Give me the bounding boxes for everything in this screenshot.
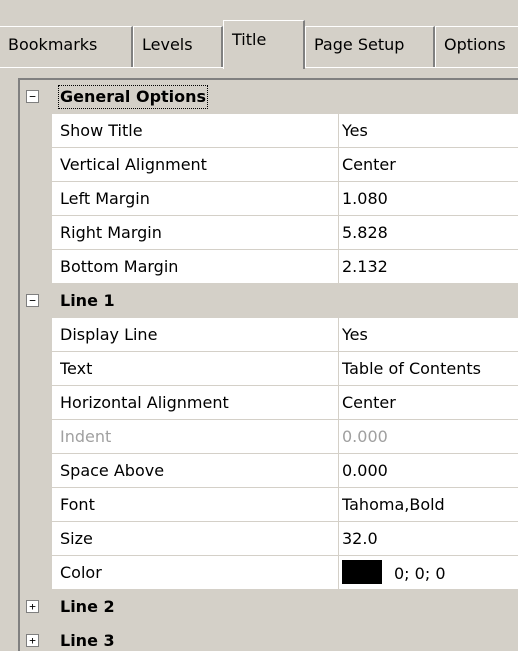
- expand-icon[interactable]: +: [26, 634, 39, 647]
- row-gutter: [20, 249, 52, 284]
- category-label: Line 3: [60, 631, 115, 650]
- property-name: Indent: [60, 420, 339, 453]
- property-name: Space Above: [60, 454, 339, 487]
- row-gutter: [20, 351, 52, 386]
- property-value[interactable]: 1.080: [342, 182, 518, 215]
- property-value[interactable]: 5.828: [342, 216, 518, 249]
- property-value[interactable]: Tahoma,Bold: [342, 488, 518, 521]
- property-row-color[interactable]: Color 0; 0; 0: [20, 555, 518, 590]
- property-grid: − General Options Show Title Yes Vertica…: [20, 80, 518, 651]
- property-name: Font: [60, 488, 339, 521]
- property-value[interactable]: 2.132: [342, 250, 518, 283]
- row-gutter: [20, 215, 52, 250]
- property-name: Bottom Margin: [60, 250, 339, 283]
- category-label: Line 1: [60, 291, 115, 310]
- property-row-text[interactable]: Text Table of Contents: [20, 351, 518, 386]
- row-gutter: [20, 147, 52, 182]
- tab-bookmarks[interactable]: Bookmarks: [0, 26, 133, 67]
- tab-page-setup[interactable]: Page Setup: [305, 26, 435, 67]
- property-name: Size: [60, 522, 339, 555]
- property-name: Show Title: [60, 114, 339, 147]
- row-gutter: [20, 385, 52, 420]
- property-value[interactable]: Yes: [342, 318, 518, 351]
- property-row-font[interactable]: Font Tahoma,Bold: [20, 487, 518, 522]
- property-value[interactable]: 0.000: [342, 454, 518, 487]
- property-row-right-margin[interactable]: Right Margin 5.828: [20, 215, 518, 250]
- row-gutter: [20, 555, 52, 590]
- row-gutter: [20, 521, 52, 556]
- category-label: Line 2: [60, 597, 115, 616]
- property-row-left-margin[interactable]: Left Margin 1.080: [20, 181, 518, 216]
- property-row-indent: Indent 0.000: [20, 419, 518, 454]
- property-name: Text: [60, 352, 339, 385]
- row-gutter: [20, 453, 52, 488]
- property-row-bottom-margin[interactable]: Bottom Margin 2.132: [20, 249, 518, 284]
- property-name: Right Margin: [60, 216, 339, 249]
- row-gutter: [20, 181, 52, 216]
- expand-icon[interactable]: +: [26, 600, 39, 613]
- property-name: Left Margin: [60, 182, 339, 215]
- property-value[interactable]: Center: [342, 148, 518, 181]
- collapse-icon[interactable]: −: [26, 294, 39, 307]
- row-gutter: [20, 113, 52, 148]
- property-value[interactable]: Table of Contents: [342, 352, 518, 385]
- property-value: 0.000: [342, 427, 388, 446]
- property-row-horizontal-alignment[interactable]: Horizontal Alignment Center: [20, 385, 518, 420]
- row-gutter: [20, 317, 52, 352]
- tab-options[interactable]: Options: [435, 26, 518, 67]
- property-value[interactable]: Yes: [342, 114, 518, 147]
- category-line-2[interactable]: + Line 2: [20, 590, 518, 624]
- color-rgb-value: 0; 0; 0: [394, 564, 446, 583]
- property-value[interactable]: Center: [342, 386, 518, 419]
- tab-title[interactable]: Title: [223, 20, 305, 69]
- property-value[interactable]: 0; 0; 0: [342, 556, 518, 589]
- category-line-1[interactable]: − Line 1: [20, 284, 518, 318]
- property-name: Color: [60, 556, 339, 589]
- tab-strip: Bookmarks Levels Title Page Setup Option…: [0, 0, 518, 70]
- row-gutter: [20, 487, 52, 522]
- property-row-size[interactable]: Size 32.0: [20, 521, 518, 556]
- property-row-show-title[interactable]: Show Title Yes: [20, 113, 518, 148]
- property-row-space-above[interactable]: Space Above 0.000: [20, 453, 518, 488]
- property-row-display-line[interactable]: Display Line Yes: [20, 317, 518, 352]
- collapse-icon[interactable]: −: [26, 90, 39, 103]
- property-value[interactable]: 32.0: [342, 522, 518, 555]
- tab-levels[interactable]: Levels: [133, 26, 223, 67]
- property-name: Vertical Alignment: [60, 148, 339, 181]
- row-gutter: [20, 419, 52, 454]
- property-row-vertical-alignment[interactable]: Vertical Alignment Center: [20, 147, 518, 182]
- color-swatch[interactable]: [342, 559, 382, 584]
- property-name: Display Line: [60, 318, 339, 351]
- category-line-3[interactable]: + Line 3: [20, 624, 518, 651]
- category-general-options[interactable]: − General Options: [20, 80, 518, 114]
- property-grid-panel: − General Options Show Title Yes Vertica…: [18, 78, 518, 651]
- property-name: Horizontal Alignment: [60, 386, 339, 419]
- category-label: General Options: [57, 85, 209, 109]
